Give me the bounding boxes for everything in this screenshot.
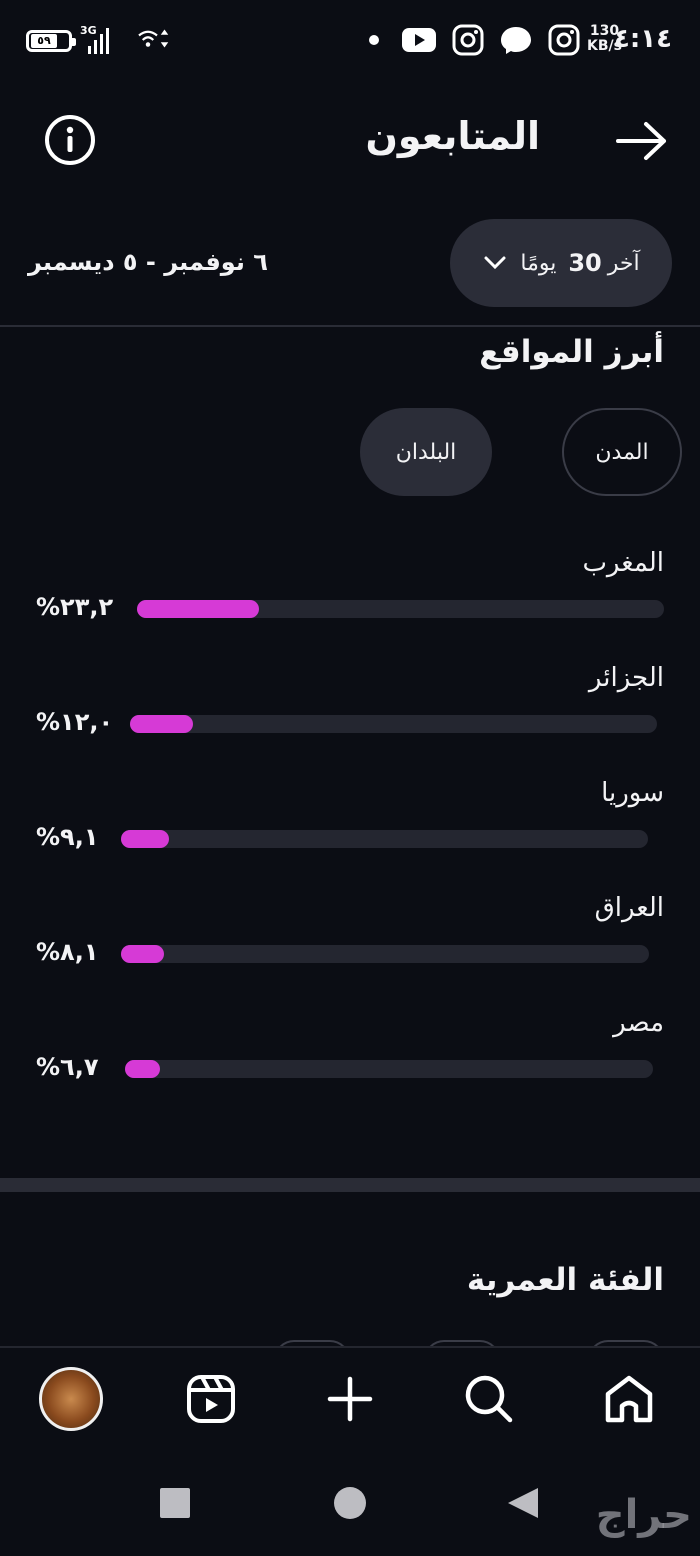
location-name: سوريا <box>601 778 664 808</box>
date-range-dropdown[interactable]: آخر 30 يومًا <box>450 219 672 307</box>
location-bar-track <box>121 945 649 963</box>
page-title: المتابعون <box>365 114 540 158</box>
location-bar-track <box>137 600 664 618</box>
location-bar-fill <box>121 830 169 848</box>
location-bar-track <box>130 715 657 733</box>
location-bar-fill <box>121 945 164 963</box>
tab-cities[interactable]: المدن <box>562 408 682 496</box>
location-percent: %١٢,٠ <box>36 708 114 736</box>
range-prefix: آخر <box>607 250 640 276</box>
signal-icon: 3G <box>80 24 109 54</box>
create-icon <box>327 1376 373 1422</box>
clock: ٤:١٤ <box>613 24 672 54</box>
search-icon <box>465 1375 513 1423</box>
profile-avatar <box>39 1367 103 1431</box>
location-bar-fill <box>125 1060 161 1078</box>
notification-dot-icon <box>369 35 379 45</box>
date-range-text: ٦ نوفمبر - ٥ ديسمبر <box>28 248 268 276</box>
back-button-icon[interactable] <box>506 1486 540 1520</box>
messenger-icon <box>501 27 531 54</box>
reels-icon <box>187 1375 235 1423</box>
divider <box>0 325 700 327</box>
bottom-nav <box>0 1346 700 1448</box>
network-type: 3G <box>80 24 97 37</box>
battery-icon: ٥٩ <box>26 30 76 52</box>
instagram-icon-2 <box>548 24 580 56</box>
age-range-title: الفئة العمرية <box>466 1262 664 1298</box>
home-tab[interactable] <box>596 1366 662 1432</box>
status-bar: ٥٩ 3G 130 KB/s ٤:١٤ <box>0 0 700 80</box>
recents-icon[interactable] <box>158 1486 192 1520</box>
location-percent: %٩,١ <box>36 823 99 851</box>
youtube-icon <box>402 28 436 52</box>
location-percent: %٢٣,٢ <box>36 593 114 621</box>
home-icon <box>605 1375 653 1423</box>
home-button-icon[interactable] <box>333 1486 367 1520</box>
create-tab[interactable] <box>317 1366 383 1432</box>
location-name: مصر <box>613 1008 664 1038</box>
info-icon[interactable] <box>42 112 98 168</box>
tab-countries[interactable]: البلدان <box>360 408 492 496</box>
location-bar-fill <box>130 715 194 733</box>
section-divider <box>0 1178 700 1192</box>
battery-level: ٥٩ <box>31 34 57 48</box>
location-bar-track <box>125 1060 653 1078</box>
watermark: حراج <box>595 1492 692 1538</box>
location-bar-track <box>121 830 648 848</box>
location-percent: %٦,٧ <box>36 1053 99 1081</box>
wifi-icon <box>138 29 169 48</box>
chevron-down-icon <box>484 256 506 270</box>
location-name: المغرب <box>582 548 664 578</box>
range-number: 30 <box>568 249 602 277</box>
top-locations-title: أبرز المواقع <box>479 334 664 370</box>
instagram-icon <box>452 24 484 56</box>
location-bar-fill <box>137 600 260 618</box>
location-name: الجزائر <box>588 663 664 693</box>
back-arrow-icon[interactable] <box>614 118 670 164</box>
profile-tab[interactable] <box>38 1366 104 1432</box>
range-suffix: يومًا <box>520 250 557 276</box>
search-tab[interactable] <box>456 1366 522 1432</box>
reels-tab[interactable] <box>178 1366 244 1432</box>
location-name: العراق <box>594 893 664 923</box>
header: المتابعون <box>0 100 700 185</box>
location-percent: %٨,١ <box>36 938 99 966</box>
